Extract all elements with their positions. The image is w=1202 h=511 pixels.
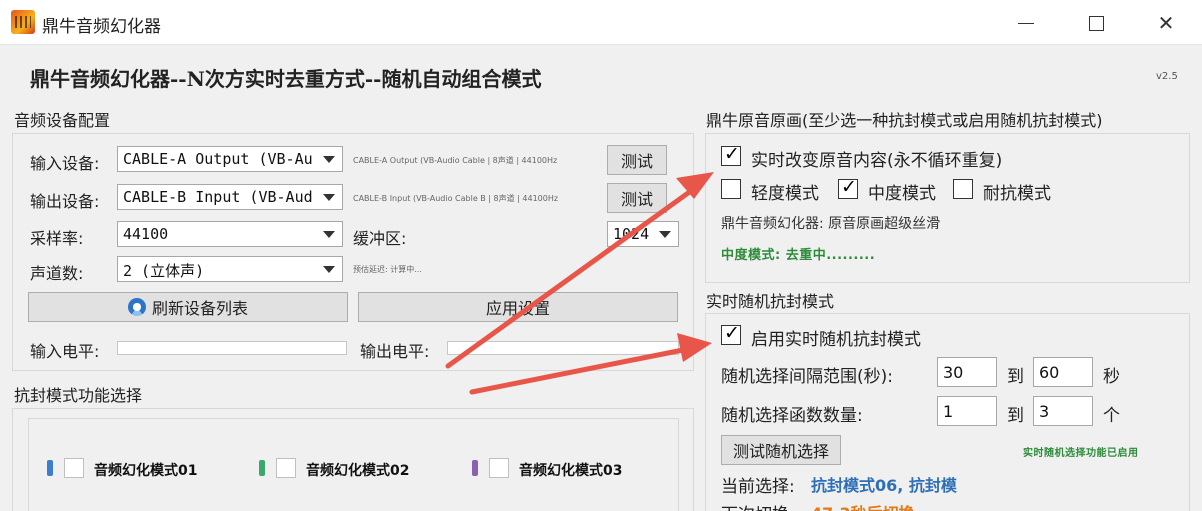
light-mode-label: 轻度模式: [751, 184, 819, 204]
realtime-change-checkbox[interactable]: [721, 143, 741, 166]
mode-03-label: 音频幻化模式03: [519, 463, 623, 479]
title-bar: 鼎牛音频幻化器 ✕: [0, 0, 1202, 45]
channels-value: 2 (立体声): [123, 262, 205, 280]
input-level-label: 输入电平:: [30, 342, 100, 361]
output-device-value: CABLE-B Input (VB-Aud: [123, 188, 313, 206]
interval-to-label: 到: [1007, 367, 1024, 387]
interval-from-input[interactable]: 30: [937, 357, 997, 387]
test-random-button[interactable]: 测试随机选择: [721, 435, 841, 465]
chevron-down-icon: [323, 156, 335, 163]
maximize-icon: [1088, 15, 1104, 31]
medium-mode-label: 中度模式: [868, 184, 936, 204]
chevron-down-icon: [323, 194, 335, 201]
mode-color-bar: [47, 460, 53, 476]
next-switch-value: 47.3秒后切换: [811, 500, 914, 511]
version-label: v2.5: [1156, 71, 1178, 82]
page-title: 鼎牛音频幻化器--N次方实时去重方式--随机自动组合模式: [30, 67, 542, 91]
enable-random-checkbox[interactable]: [721, 322, 741, 345]
minimize-icon: [1018, 22, 1034, 24]
mode-01-checkbox[interactable]: [64, 458, 84, 478]
random-section-label: 实时随机抗封模式: [706, 292, 835, 311]
apply-settings-button[interactable]: 应用设置: [358, 292, 678, 322]
refresh-devices-label: 刷新设备列表: [151, 299, 248, 318]
channels-select[interactable]: 2 (立体声): [117, 256, 343, 282]
close-icon: ✕: [1157, 11, 1175, 35]
count-from-input[interactable]: 1: [937, 396, 997, 426]
input-device-select[interactable]: CABLE-A Output (VB-Au: [117, 146, 343, 172]
input-device-info: CABLE-A Output (VB-Audio Cable | 8声道 | 4…: [353, 156, 558, 165]
mode-02-label: 音频幻化模式02: [306, 463, 410, 479]
mode-03-checkbox[interactable]: [489, 458, 509, 478]
original-section-label: 鼎牛原音原画(至少选一种抗封模式或启用随机抗封模式): [706, 111, 1103, 130]
latency-info: 预估延迟: 计算中...: [353, 265, 422, 274]
mode-02-checkbox[interactable]: [276, 458, 296, 478]
interval-label: 随机选择间隔范围(秒):: [721, 367, 893, 387]
medium-mode-checkbox[interactable]: [838, 176, 858, 199]
mode-color-bar: [259, 460, 265, 476]
refresh-icon: [127, 298, 146, 316]
mode-01-label: 音频幻化模式01: [94, 463, 198, 479]
output-level-meter: [447, 341, 679, 355]
input-device-value: CABLE-A Output (VB-Au: [123, 150, 313, 168]
mode-color-bar: [472, 460, 478, 476]
original-note: 鼎牛音频幻化器: 原音原画超级丝滑: [721, 216, 941, 232]
count-to-label: 到: [1007, 406, 1024, 426]
sample-rate-label: 采样率:: [30, 229, 84, 248]
count-label: 随机选择函数数量:: [721, 406, 863, 426]
sample-rate-select[interactable]: 44100: [117, 221, 343, 247]
buffer-value: 1024: [613, 225, 650, 243]
enable-random-label: 启用实时随机抗封模式: [751, 330, 921, 350]
input-device-label: 输入设备:: [30, 154, 100, 173]
next-switch-label: 下次切换:: [721, 500, 795, 511]
input-level-meter: [117, 341, 347, 355]
seconds-label: 秒: [1103, 367, 1120, 387]
app-logo-icon: [11, 10, 35, 34]
output-level-label: 输出电平:: [360, 342, 430, 361]
window-title: 鼎牛音频幻化器: [42, 17, 161, 37]
current-selection-value: 抗封模式06, 抗封模: [811, 476, 957, 495]
close-button[interactable]: ✕: [1143, 8, 1189, 38]
test-output-button[interactable]: 测试: [607, 183, 667, 213]
test-input-button[interactable]: 测试: [607, 145, 667, 175]
chevron-down-icon: [323, 231, 335, 238]
current-selection-label: 当前选择:: [721, 477, 795, 497]
sample-rate-value: 44100: [123, 225, 169, 243]
channels-label: 声道数:: [30, 264, 84, 283]
audio-config-section-label: 音频设备配置: [14, 111, 111, 130]
output-device-info: CABLE-B Input (VB-Audio Cable B | 8声道 | …: [353, 194, 559, 203]
original-status: 中度模式: 去重中.........: [721, 248, 876, 263]
chevron-down-icon: [659, 231, 671, 238]
strong-mode-label: 耐抗模式: [983, 184, 1051, 204]
minimize-button[interactable]: [1003, 8, 1049, 38]
refresh-devices-button[interactable]: 刷新设备列表: [28, 292, 348, 322]
output-device-select[interactable]: CABLE-B Input (VB-Aud: [117, 184, 343, 210]
buffer-select[interactable]: 1024: [607, 221, 679, 247]
maximize-button[interactable]: [1073, 8, 1119, 38]
count-to-input[interactable]: 3: [1033, 396, 1093, 426]
strong-mode-checkbox[interactable]: [953, 179, 973, 199]
unit-label: 个: [1103, 406, 1120, 426]
light-mode-checkbox[interactable]: [721, 179, 741, 199]
buffer-label: 缓冲区:: [353, 229, 407, 248]
output-device-label: 输出设备:: [30, 192, 100, 211]
realtime-change-label: 实时改变原音内容(永不循环重复): [751, 151, 1003, 171]
interval-to-input[interactable]: 60: [1033, 357, 1093, 387]
audio-config-panel: [12, 133, 694, 371]
modes-section-label: 抗封模式功能选择: [14, 386, 143, 405]
random-enabled-status: 实时随机选择功能已启用: [1023, 448, 1139, 459]
chevron-down-icon: [323, 266, 335, 273]
main-content: 鼎牛音频幻化器--N次方实时去重方式--随机自动组合模式 v2.5 音频设备配置…: [0, 45, 1202, 511]
